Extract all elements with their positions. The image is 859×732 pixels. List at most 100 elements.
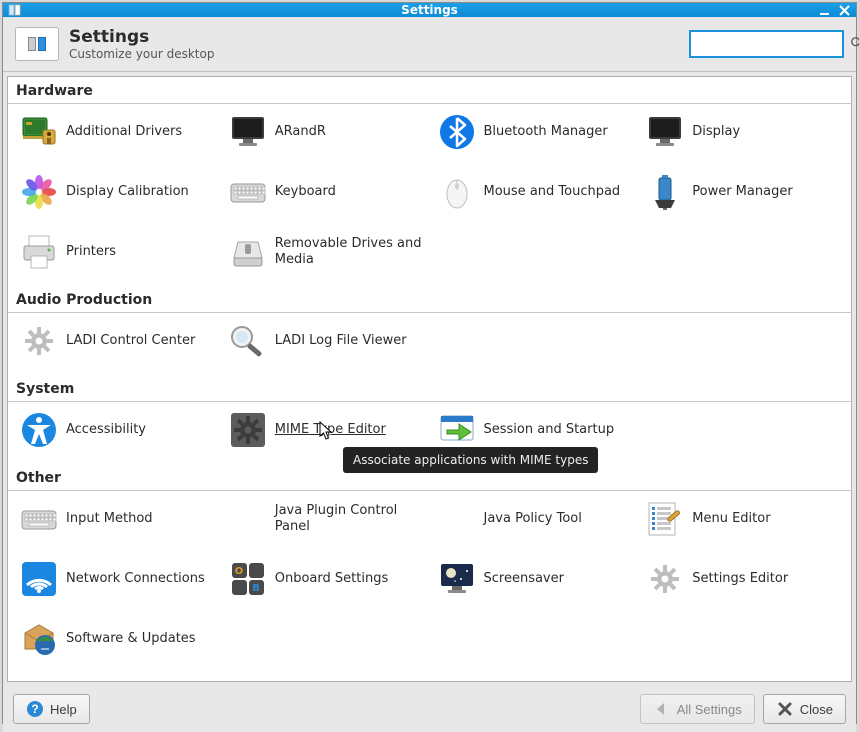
help-icon: ? [26, 700, 44, 718]
launcher-label-mouse-and-touchpad: Mouse and Touchpad [484, 184, 621, 200]
page-title: Settings [69, 27, 214, 47]
launcher-label-session-and-startup: Session and Startup [484, 422, 615, 438]
launcher-label-keyboard: Keyboard [275, 184, 336, 200]
settings-window: Settings Settings Customize your desktop [2, 2, 857, 724]
accessibility-icon [18, 409, 60, 451]
network-connections-icon [18, 558, 60, 600]
settings-grid: Hardware Additional Drivers ARandR Bluetoot… [7, 76, 852, 682]
launcher-label-display-calibration: Display Calibration [66, 184, 189, 200]
additional-drivers-icon [18, 111, 60, 153]
launcher-label-additional-drivers: Additional Drivers [66, 124, 182, 140]
screensaver-icon [436, 558, 478, 600]
launcher-label-display: Display [692, 124, 740, 140]
launcher-java-control-panel[interactable]: Java Plugin Control Panel [221, 495, 430, 543]
printers-icon [18, 231, 60, 273]
all-settings-label: All Settings [677, 702, 742, 717]
settings-editor-icon [644, 558, 686, 600]
java-policy-tool-icon [436, 498, 478, 540]
close-label: Close [800, 702, 833, 717]
section-title-hardware: Hardware [8, 77, 851, 104]
display-calibration-icon [18, 171, 60, 213]
launcher-network-connections[interactable]: Network Connections [12, 555, 221, 603]
section-grid-hardware: Additional Drivers ARandR Bluetooth Manage… [8, 104, 851, 286]
software-updates-icon [18, 618, 60, 660]
bluetooth-manager-icon [436, 111, 478, 153]
launcher-label-arandr: ARandR [275, 124, 326, 140]
window-title: Settings [401, 3, 458, 17]
launcher-arandr[interactable]: ARandR [221, 108, 430, 156]
launcher-onboard-settings[interactable]: OB Onboard Settings [221, 555, 430, 603]
java-control-panel-icon [227, 498, 269, 540]
launcher-ladi-control-center[interactable]: LADI Control Center [12, 317, 221, 365]
launcher-label-screensaver: Screensaver [484, 571, 564, 587]
section-grid-audio: LADI Control Center LADI Log File Viewer [8, 313, 851, 375]
launcher-display-calibration[interactable]: Display Calibration [12, 168, 221, 216]
launcher-ladi-log-file-viewer[interactable]: LADI Log File Viewer [221, 317, 430, 365]
launcher-display[interactable]: Display [638, 108, 847, 156]
search-box[interactable] [689, 30, 844, 58]
search-icon [850, 36, 859, 53]
launcher-label-settings-editor: Settings Editor [692, 571, 788, 587]
launcher-power-manager[interactable]: Power Manager [638, 168, 847, 216]
svg-text:?: ? [31, 702, 38, 716]
help-button[interactable]: ? Help [13, 694, 90, 724]
launcher-mouse-and-touchpad[interactable]: Mouse and Touchpad [430, 168, 639, 216]
close-button[interactable] [836, 2, 852, 18]
launcher-label-printers: Printers [66, 244, 116, 260]
launcher-printers[interactable]: Printers [12, 228, 221, 276]
help-label: Help [50, 702, 77, 717]
removable-drives-and-media-icon [227, 231, 269, 273]
svg-text:B: B [252, 583, 260, 594]
launcher-settings-editor[interactable]: Settings Editor [638, 555, 847, 603]
launcher-bluetooth-manager[interactable]: Bluetooth Manager [430, 108, 639, 156]
close-footer-button[interactable]: Close [763, 694, 846, 724]
launcher-label-ladi-control-center: LADI Control Center [66, 333, 195, 349]
launcher-label-java-control-panel: Java Plugin Control Panel [275, 503, 424, 536]
launcher-additional-drivers[interactable]: Additional Drivers [12, 108, 221, 156]
svg-text:O: O [234, 566, 243, 577]
launcher-keyboard[interactable]: Keyboard [221, 168, 430, 216]
power-manager-icon [644, 171, 686, 213]
display-icon [644, 111, 686, 153]
titlebar: Settings [3, 3, 856, 17]
launcher-menu-editor[interactable]: Menu Editor [638, 495, 847, 543]
arandr-icon [227, 111, 269, 153]
launcher-label-network-connections: Network Connections [66, 571, 205, 587]
launcher-label-removable-drives-and-media: Removable Drives and Media [275, 236, 424, 269]
header-area: Settings Customize your desktop [3, 17, 856, 72]
launcher-label-accessibility: Accessibility [66, 422, 146, 438]
back-icon [653, 700, 671, 718]
session-and-startup-icon [436, 409, 478, 451]
menu-editor-icon [644, 498, 686, 540]
launcher-label-onboard-settings: Onboard Settings [275, 571, 388, 587]
launcher-removable-drives-and-media[interactable]: Removable Drives and Media [221, 228, 430, 276]
page-subtitle: Customize your desktop [69, 47, 214, 61]
footer: ? Help All Settings Close [3, 686, 856, 732]
mime-type-editor-icon [227, 409, 269, 451]
section-grid-other: Input Method Java Plugin Control Panel Jav… [8, 491, 851, 673]
window-app-icon [7, 2, 23, 18]
launcher-label-ladi-log-file-viewer: LADI Log File Viewer [275, 333, 407, 349]
settings-app-icon [15, 27, 59, 61]
search-input[interactable] [695, 37, 850, 51]
launcher-label-software-updates: Software & Updates [66, 631, 196, 647]
launcher-label-menu-editor: Menu Editor [692, 511, 770, 527]
tooltip: Associate applications with MIME types [343, 447, 598, 473]
launcher-label-java-policy-tool: Java Policy Tool [484, 511, 582, 527]
launcher-input-method[interactable]: Input Method [12, 495, 221, 543]
ladi-log-file-viewer-icon [227, 320, 269, 362]
minimize-button[interactable] [816, 2, 832, 18]
ladi-control-center-icon [18, 320, 60, 362]
launcher-label-input-method: Input Method [66, 511, 153, 527]
onboard-settings-icon: OB [227, 558, 269, 600]
all-settings-button: All Settings [640, 694, 755, 724]
launcher-java-policy-tool[interactable]: Java Policy Tool [430, 495, 639, 543]
section-title-system: System [8, 375, 851, 402]
keyboard-icon [227, 171, 269, 213]
launcher-software-updates[interactable]: Software & Updates [12, 615, 221, 663]
launcher-label-bluetooth-manager: Bluetooth Manager [484, 124, 608, 140]
launcher-screensaver[interactable]: Screensaver [430, 555, 639, 603]
window-controls [816, 2, 852, 18]
section-title-audio: Audio Production [8, 286, 851, 313]
launcher-accessibility[interactable]: Accessibility [12, 406, 221, 454]
